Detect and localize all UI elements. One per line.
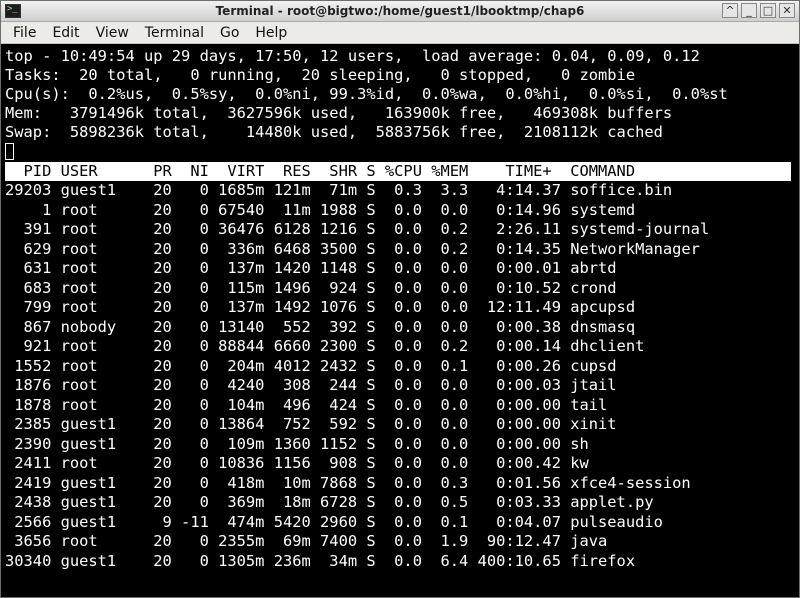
window-controls: ^ _ □ ✕ — [722, 3, 795, 18]
summary-mem-line: Mem: 3791496k total, 3627596k used, 1639… — [5, 104, 673, 122]
menu-bar: File Edit View Terminal Go Help — [1, 22, 799, 44]
process-row: 1552 root 20 0 204m 4012 2432 S 0.0 0.1 … — [5, 356, 617, 375]
process-row: 391 root 20 0 36476 6128 1216 S 0.0 0.2 … — [5, 220, 710, 238]
process-row: 2390 guest1 20 0 109m 1360 1152 S 0.0 0.… — [5, 434, 589, 453]
process-row: 867 nobody 20 0 13140 552 392 S 0.0 0.0 … — [5, 317, 636, 336]
process-row: 799 root 20 0 137m 1492 1076 S 0.0 0.0 1… — [5, 298, 636, 316]
process-row: 2419 guest1 20 0 418m 10m 7868 S 0.0 0.3… — [5, 473, 691, 492]
menu-go[interactable]: Go — [212, 22, 247, 44]
window-title: Terminal - root@bigtwo:/home/guest1/lboo… — [215, 4, 585, 18]
process-row: 629 root 20 0 336m 6468 3500 S 0.0 0.2 0… — [5, 239, 700, 258]
close-button[interactable]: ✕ — [779, 3, 795, 18]
process-row: 30340 guest1 20 0 1305m 236m 34m S 0.0 6… — [5, 551, 636, 570]
process-row: 29203 guest1 20 0 1685m 121m 71m S 0.3 3… — [5, 181, 673, 199]
process-row: 1876 root 20 0 4240 308 244 S 0.0 0.0 0:… — [5, 376, 617, 394]
summary-uptime-line: top - 10:49:54 up 29 days, 17:50, 12 use… — [5, 47, 700, 65]
process-row: 1878 root 20 0 104m 496 424 S 0.0 0.0 0:… — [5, 395, 608, 414]
minimize-button[interactable]: _ — [741, 3, 757, 18]
menu-file[interactable]: File — [5, 22, 44, 44]
process-row: 1 root 20 0 67540 11m 1988 S 0.0 0.0 0:1… — [5, 200, 636, 219]
title-bar[interactable]: Terminal - root@bigtwo:/home/guest1/lboo… — [1, 1, 799, 22]
summary-swap-line: Swap: 5898236k total, 14480k used, 58837… — [5, 123, 663, 141]
process-table-header: PID USER PR NI VIRT RES SHR S %CPU %MEM … — [5, 162, 791, 181]
process-row: 2411 root 20 0 10836 1156 908 S 0.0 0.0 … — [5, 454, 589, 472]
process-row: 631 root 20 0 137m 1420 1148 S 0.0 0.0 0… — [5, 259, 617, 277]
shade-button[interactable]: ^ — [722, 3, 738, 18]
menu-help[interactable]: Help — [247, 22, 295, 44]
terminal-window: Terminal - root@bigtwo:/home/guest1/lboo… — [0, 0, 800, 598]
process-row: 2438 guest1 20 0 369m 18m 6728 S 0.0 0.5… — [5, 493, 654, 511]
terminal-output[interactable]: top - 10:49:54 up 29 days, 17:50, 12 use… — [1, 44, 799, 597]
process-row: 2385 guest1 20 0 13864 752 592 S 0.0 0.0… — [5, 415, 617, 433]
maximize-button[interactable]: □ — [760, 3, 776, 18]
text-cursor — [5, 143, 14, 160]
menu-view[interactable]: View — [88, 22, 137, 44]
menu-terminal[interactable]: Terminal — [137, 22, 212, 44]
process-row: 683 root 20 0 115m 1496 924 S 0.0 0.0 0:… — [5, 278, 617, 297]
summary-cpu-line: Cpu(s): 0.2%us, 0.5%sy, 0.0%ni, 99.3%id,… — [5, 85, 728, 103]
column-headers: PID USER PR NI VIRT RES SHR S %CPU %MEM … — [5, 162, 636, 180]
process-row: 3656 root 20 0 2355m 69m 7400 S 0.0 1.9 … — [5, 532, 608, 550]
summary-tasks-line: Tasks: 20 total, 0 running, 20 sleeping,… — [5, 66, 636, 84]
menu-edit[interactable]: Edit — [44, 22, 87, 44]
process-row: 921 root 20 0 88844 6660 2300 S 0.0 0.2 … — [5, 337, 645, 355]
process-row: 2566 guest1 9 -11 474m 5420 2960 S 0.0 0… — [5, 512, 663, 531]
